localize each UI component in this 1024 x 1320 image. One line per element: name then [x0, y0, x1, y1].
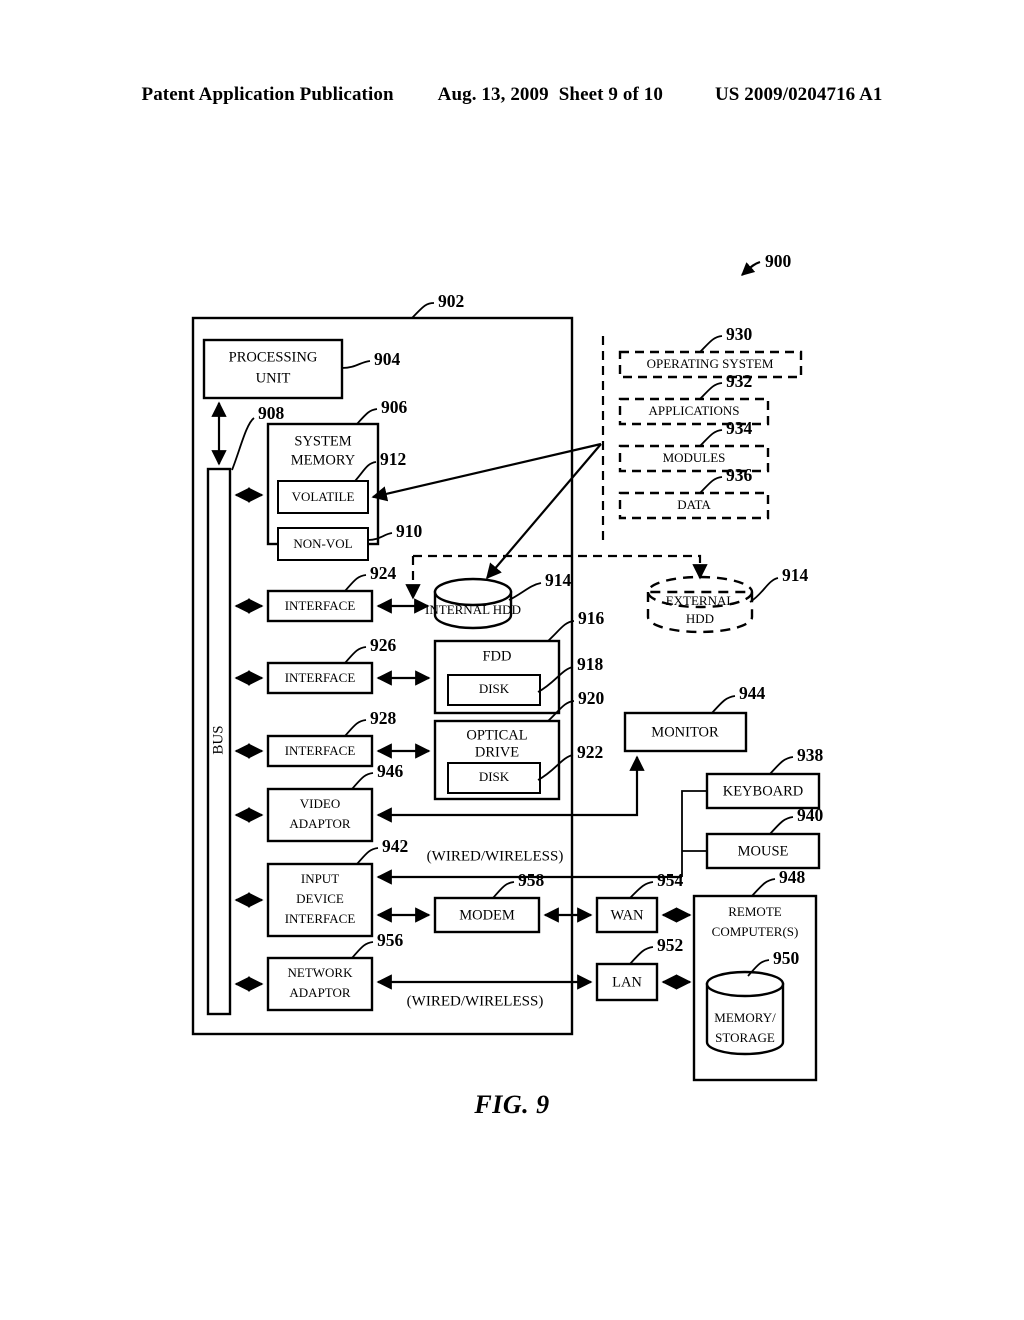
- ref-950-label: 950: [773, 948, 800, 968]
- ref-902-label: 902: [438, 291, 464, 311]
- ref-912-label: 912: [380, 449, 406, 469]
- data-label: DATA: [677, 497, 711, 512]
- ref-946-label: 946: [377, 761, 404, 781]
- system-memory-label-line2: MEMORY: [291, 452, 356, 468]
- fdd-label: FDD: [482, 648, 511, 664]
- ref-938-label: 938: [797, 745, 824, 765]
- ref-954-label: 954: [657, 870, 684, 890]
- ref-914b-callout: 914: [749, 565, 809, 603]
- input-device-interface-label-line1: INPUT: [301, 871, 339, 886]
- ref-902-callout: 902: [411, 291, 464, 319]
- ref-942-label: 942: [382, 836, 408, 856]
- ref-910-label: 910: [396, 521, 423, 541]
- ref-922-label: 922: [577, 742, 603, 762]
- ref-944-callout: 944: [711, 683, 766, 714]
- optical-disk-label: DISK: [479, 769, 510, 784]
- ref-956-label: 956: [377, 930, 404, 950]
- external-hdd-label-line1: EXTERNAL: [666, 593, 735, 608]
- ref-954-callout: 954: [629, 870, 684, 899]
- memory-storage-label-line1: MEMORY/: [714, 1010, 776, 1025]
- ref-934-callout: 934: [699, 418, 753, 447]
- wan-label: WAN: [610, 907, 644, 923]
- ref-932-label: 932: [726, 371, 752, 391]
- remote-computers-label-line1: REMOTE: [728, 904, 782, 919]
- ref-952-callout: 952: [629, 935, 683, 965]
- remote-computers-label-line2: COMPUTER(S): [712, 924, 799, 939]
- ref-926-label: 926: [370, 635, 397, 655]
- ref-940-label: 940: [797, 805, 824, 825]
- processing-unit-label-line2: UNIT: [256, 370, 291, 386]
- memory-storage-label-line2: STORAGE: [715, 1030, 775, 1045]
- mouse-label: MOUSE: [738, 843, 789, 859]
- ref-924-label: 924: [370, 563, 397, 583]
- interface-926-label: INTERFACE: [285, 670, 356, 685]
- ref-904-label: 904: [374, 349, 401, 369]
- network-adaptor-label-line2: ADAPTOR: [289, 985, 350, 1000]
- input-device-interface-label-line3: INTERFACE: [285, 911, 356, 926]
- ref-940-callout: 940: [769, 805, 824, 835]
- monitor-label: MONITOR: [651, 724, 719, 740]
- ref-908-label: 908: [258, 403, 285, 423]
- ref-948-callout: 948: [751, 867, 806, 897]
- interface-928-label: INTERFACE: [285, 743, 356, 758]
- ref-920-label: 920: [578, 688, 605, 708]
- optical-drive-label-line1: OPTICAL: [466, 727, 527, 743]
- fdd-disk-label: DISK: [479, 681, 510, 696]
- ref-928-label: 928: [370, 708, 397, 728]
- wired-wireless-bottom-label: (WIRED/WIRELESS): [407, 993, 544, 1009]
- input-device-interface-label-line2: DEVICE: [296, 891, 344, 906]
- ref-914b-label: 914: [782, 565, 809, 585]
- ref-944-label: 944: [739, 683, 766, 703]
- interface-924-label: INTERFACE: [285, 598, 356, 613]
- modem-label: MODEM: [459, 907, 515, 923]
- video-adaptor-label-line1: VIDEO: [300, 796, 340, 811]
- ref-948-label: 948: [779, 867, 806, 887]
- ref-930-callout: 930: [699, 324, 753, 353]
- ref-900-callout: 900: [741, 251, 792, 276]
- bus-label: BUS: [210, 725, 226, 754]
- keyboard-wire: [681, 790, 707, 877]
- operating-system-label: OPERATING SYSTEM: [647, 356, 774, 371]
- applications-label: APPLICATIONS: [648, 403, 739, 418]
- ref-914a-label: 914: [545, 570, 572, 590]
- ref-952-label: 952: [657, 935, 683, 955]
- ref-936-label: 936: [726, 465, 753, 485]
- system-memory-label-line1: SYSTEM: [294, 433, 351, 449]
- external-hdd-label-line2: HDD: [686, 611, 714, 626]
- optical-drive-label-line2: DRIVE: [475, 744, 519, 760]
- ref-906-label: 906: [381, 397, 408, 417]
- non-volatile-memory-label: NON-VOL: [293, 536, 352, 551]
- ref-936-callout: 936: [699, 465, 753, 494]
- ref-916-label: 916: [578, 608, 605, 628]
- volatile-memory-label: VOLATILE: [292, 489, 355, 504]
- internal-hdd-label: INTERNAL HDD: [425, 602, 521, 617]
- lan-label: LAN: [612, 974, 642, 990]
- modules-label: MODULES: [663, 450, 726, 465]
- ref-938-callout: 938: [769, 745, 824, 775]
- wired-wireless-top-label: (WIRED/WIRELESS): [427, 848, 564, 864]
- ref-958-label: 958: [518, 870, 545, 890]
- figure-caption: FIG. 9: [474, 1090, 550, 1119]
- keyboard-label: KEYBOARD: [723, 783, 804, 799]
- network-adaptor-label-line1: NETWORK: [288, 965, 354, 980]
- ref-934-label: 934: [726, 418, 753, 438]
- figure-9-diagram: 900 902 PROCESSING UNIT 904 BUS 908 SYST…: [191, 251, 824, 1082]
- video-adaptor-label-line2: ADAPTOR: [289, 816, 350, 831]
- processing-unit-label-line1: PROCESSING: [229, 349, 318, 365]
- ref-918-label: 918: [577, 654, 604, 674]
- ref-932-callout: 932: [699, 371, 752, 400]
- ref-900-label: 900: [765, 251, 792, 271]
- ref-930-label: 930: [726, 324, 753, 344]
